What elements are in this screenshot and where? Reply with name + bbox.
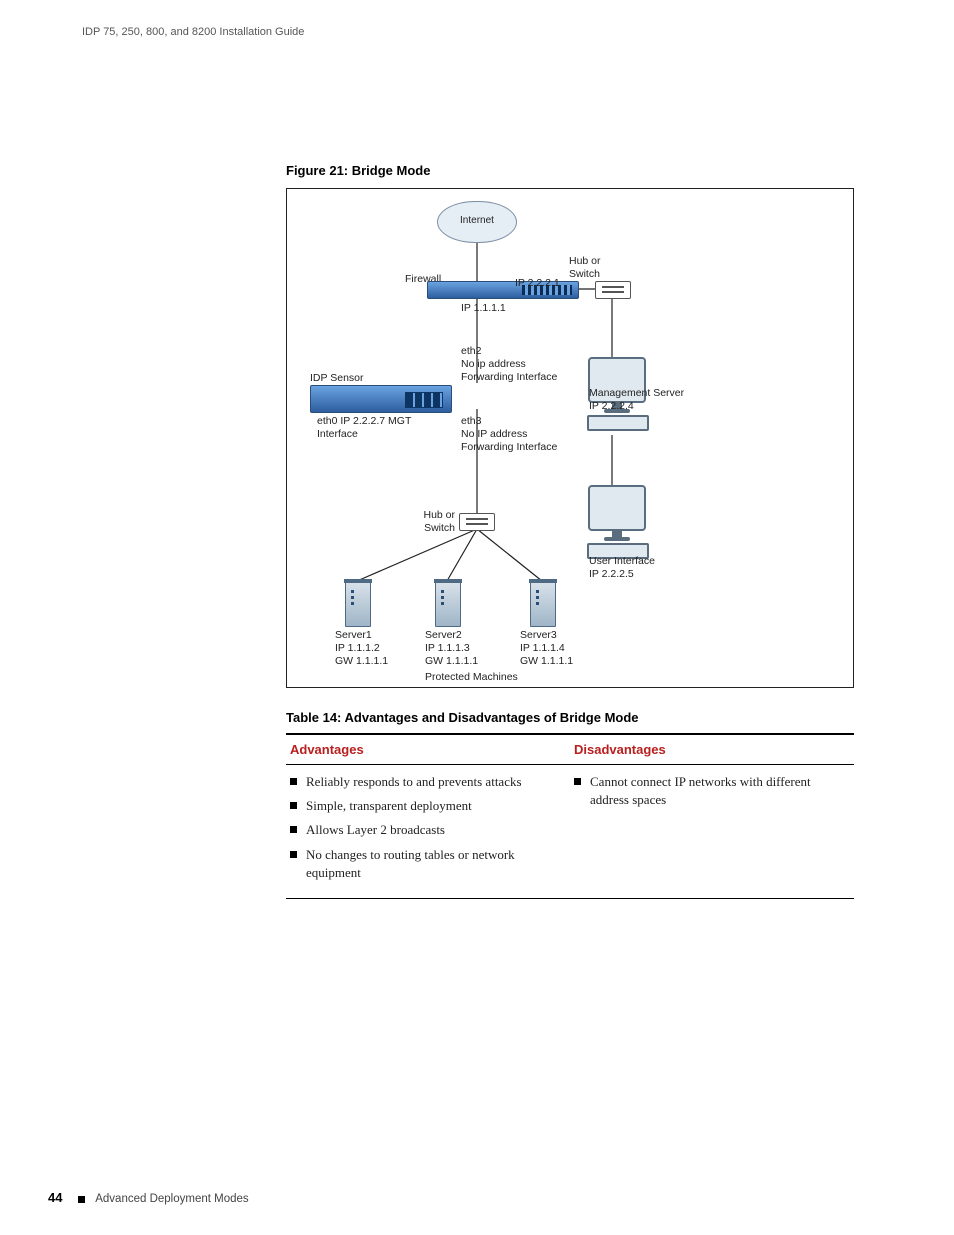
disadvantages-cell: Cannot connect IP networks with differen… xyxy=(570,765,854,899)
adv-item: Reliably responds to and prevents attack… xyxy=(290,773,566,791)
server1-label: Server1 IP 1.1.1.2 GW 1.1.1.1 xyxy=(335,629,388,668)
eth2-label: eth2 No ip address Forwarding Interface xyxy=(461,345,557,384)
server3-label: Server3 IP 1.1.1.4 GW 1.1.1.1 xyxy=(520,629,573,668)
adv-item: No changes to routing tables or network … xyxy=(290,846,566,882)
adv-item: Allows Layer 2 broadcasts xyxy=(290,821,566,839)
advantages-table: Advantages Disadvantages Reliably respon… xyxy=(286,733,854,899)
mgmt-server-label: Management Server IP 2.2.2.4 xyxy=(589,387,684,413)
server3-icon xyxy=(530,581,556,627)
user-interface-label: User Interface IP 2.2.2.5 xyxy=(589,555,655,581)
server2-label: Server2 IP 1.1.1.3 GW 1.1.1.1 xyxy=(425,629,478,668)
running-header: IDP 75, 250, 800, and 8200 Installation … xyxy=(82,26,872,38)
server2-icon xyxy=(435,581,461,627)
ip-1111-label: IP 1.1.1.1 xyxy=(461,302,506,315)
cloud-icon: Internet xyxy=(437,201,517,243)
table-caption: Table 14: Advantages and Disadvantages o… xyxy=(286,710,854,725)
advantages-cell: Reliably responds to and prevents attack… xyxy=(286,765,570,899)
adv-item: Simple, transparent deployment xyxy=(290,797,566,815)
internet-label: Internet xyxy=(460,215,494,226)
footer-section: Advanced Deployment Modes xyxy=(95,1193,248,1205)
bridge-mode-diagram: Internet Firewall IP 1.1.1.1 IP 2.2.2.1 … xyxy=(286,188,854,688)
col-disadvantages: Disadvantages xyxy=(570,734,854,765)
hub-switch-top-label: Hub or Switch xyxy=(569,255,601,281)
footer-bullet-icon xyxy=(78,1196,85,1203)
eth3-label: eth3 No IP address Forwarding Interface xyxy=(461,415,557,454)
ip-2221-label: IP 2.2.2.1 xyxy=(515,277,560,290)
hub-icon-top xyxy=(595,281,631,299)
hub-icon-mid xyxy=(459,513,495,531)
hub-switch-mid-label: Hub or Switch xyxy=(417,509,455,535)
page-footer: 44 Advanced Deployment Modes xyxy=(48,1190,249,1205)
idp-sensor-icon xyxy=(310,385,452,413)
page-number: 44 xyxy=(48,1190,62,1205)
eth0-label: eth0 IP 2.2.2.7 MGT Interface xyxy=(317,415,411,441)
col-advantages: Advantages xyxy=(286,734,570,765)
idp-sensor-label: IDP Sensor xyxy=(310,372,364,385)
figure-caption: Figure 21: Bridge Mode xyxy=(286,163,854,178)
protected-machines-label: Protected Machines xyxy=(425,671,518,684)
server1-icon xyxy=(345,581,371,627)
dis-item: Cannot connect IP networks with differen… xyxy=(574,773,850,809)
